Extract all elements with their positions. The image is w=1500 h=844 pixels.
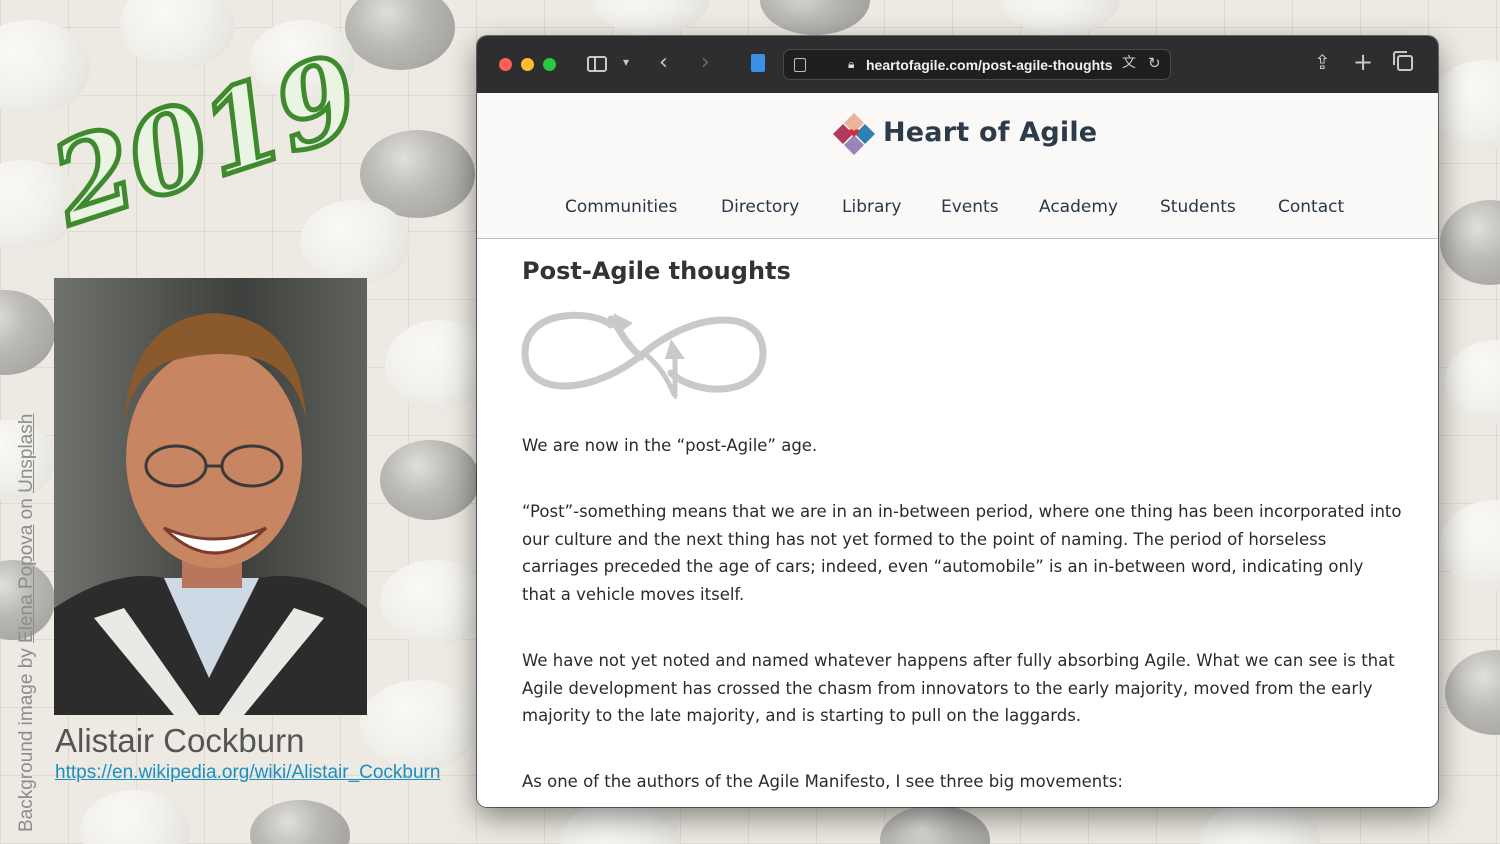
url-text[interactable]: heartofagile.com/post-agile-thoughts bbox=[866, 57, 1118, 73]
post-content: Post-Agile thoughts We are now in the “p… bbox=[477, 239, 1438, 807]
browser-toolbar: ▾ ‹ › 🔒︎ heartofagile.com/post-agile-tho… bbox=[477, 36, 1438, 94]
heart-of-agile-logo-icon[interactable] bbox=[831, 111, 877, 157]
minimize-window-button[interactable] bbox=[521, 58, 534, 71]
chevron-left-icon[interactable]: ‹ bbox=[659, 52, 668, 74]
credit-site-link[interactable]: Unsplash bbox=[16, 414, 37, 493]
nav-academy[interactable]: Academy bbox=[1039, 197, 1118, 217]
wikipedia-link[interactable]: https://en.wikipedia.org/wiki/Alistair_C… bbox=[55, 762, 440, 784]
nav-directory[interactable]: Directory bbox=[721, 197, 799, 217]
translate-icon[interactable]: 文 bbox=[1122, 56, 1136, 70]
nav-library[interactable]: Library bbox=[842, 197, 901, 217]
share-icon[interactable]: ⇪ bbox=[1314, 52, 1331, 72]
photo-credit: Background image by Elena Popova on Unsp… bbox=[16, 414, 38, 832]
credit-mid: on bbox=[16, 492, 37, 525]
post-paragraph: We have not yet noted and named whatever… bbox=[522, 651, 1395, 726]
reload-icon[interactable]: ↻ bbox=[1148, 56, 1161, 71]
nav-students[interactable]: Students bbox=[1160, 197, 1236, 217]
nav-events[interactable]: Events bbox=[941, 197, 999, 217]
plus-icon[interactable]: + bbox=[1353, 50, 1373, 74]
browser-window: ▾ ‹ › 🔒︎ heartofagile.com/post-agile-tho… bbox=[477, 36, 1438, 807]
sidebar-icon[interactable] bbox=[587, 56, 607, 72]
extension-icon[interactable] bbox=[751, 54, 765, 72]
site-header: Heart of Agile bbox=[477, 93, 1438, 179]
nav-contact[interactable]: Contact bbox=[1278, 197, 1344, 217]
portrait-photo bbox=[54, 278, 367, 715]
brand-name[interactable]: Heart of Agile bbox=[883, 117, 1097, 148]
chevron-right-icon[interactable]: › bbox=[701, 52, 710, 74]
post-paragraph: We are now in the “post-Agile” age. bbox=[522, 436, 818, 455]
address-bar[interactable]: 🔒︎ heartofagile.com/post-agile-thoughts … bbox=[783, 49, 1171, 80]
credit-prefix: Background image by bbox=[16, 642, 37, 832]
lock-icon: 🔒︎ bbox=[848, 57, 855, 71]
year-title: 2019 bbox=[30, 28, 377, 254]
post-paragraph: As one of the authors of the Agile Manif… bbox=[522, 772, 1123, 791]
post-title: Post-Agile thoughts bbox=[522, 257, 791, 285]
chevron-down-icon[interactable]: ▾ bbox=[623, 56, 629, 68]
infinity-loop-icon bbox=[521, 311, 767, 400]
reader-icon[interactable] bbox=[794, 58, 806, 72]
zoom-window-button[interactable] bbox=[543, 58, 556, 71]
credit-author-link[interactable]: Elena Popova bbox=[16, 525, 37, 643]
close-window-button[interactable] bbox=[499, 58, 512, 71]
post-paragraph: “Post”-something means that we are in an… bbox=[522, 502, 1402, 604]
nav-communities[interactable]: Communities bbox=[565, 197, 677, 217]
site-navigation: Communities Directory Library Events Aca… bbox=[477, 178, 1438, 239]
tab-overview-icon[interactable] bbox=[1393, 51, 1413, 71]
person-name: Alistair Cockburn bbox=[55, 722, 305, 759]
